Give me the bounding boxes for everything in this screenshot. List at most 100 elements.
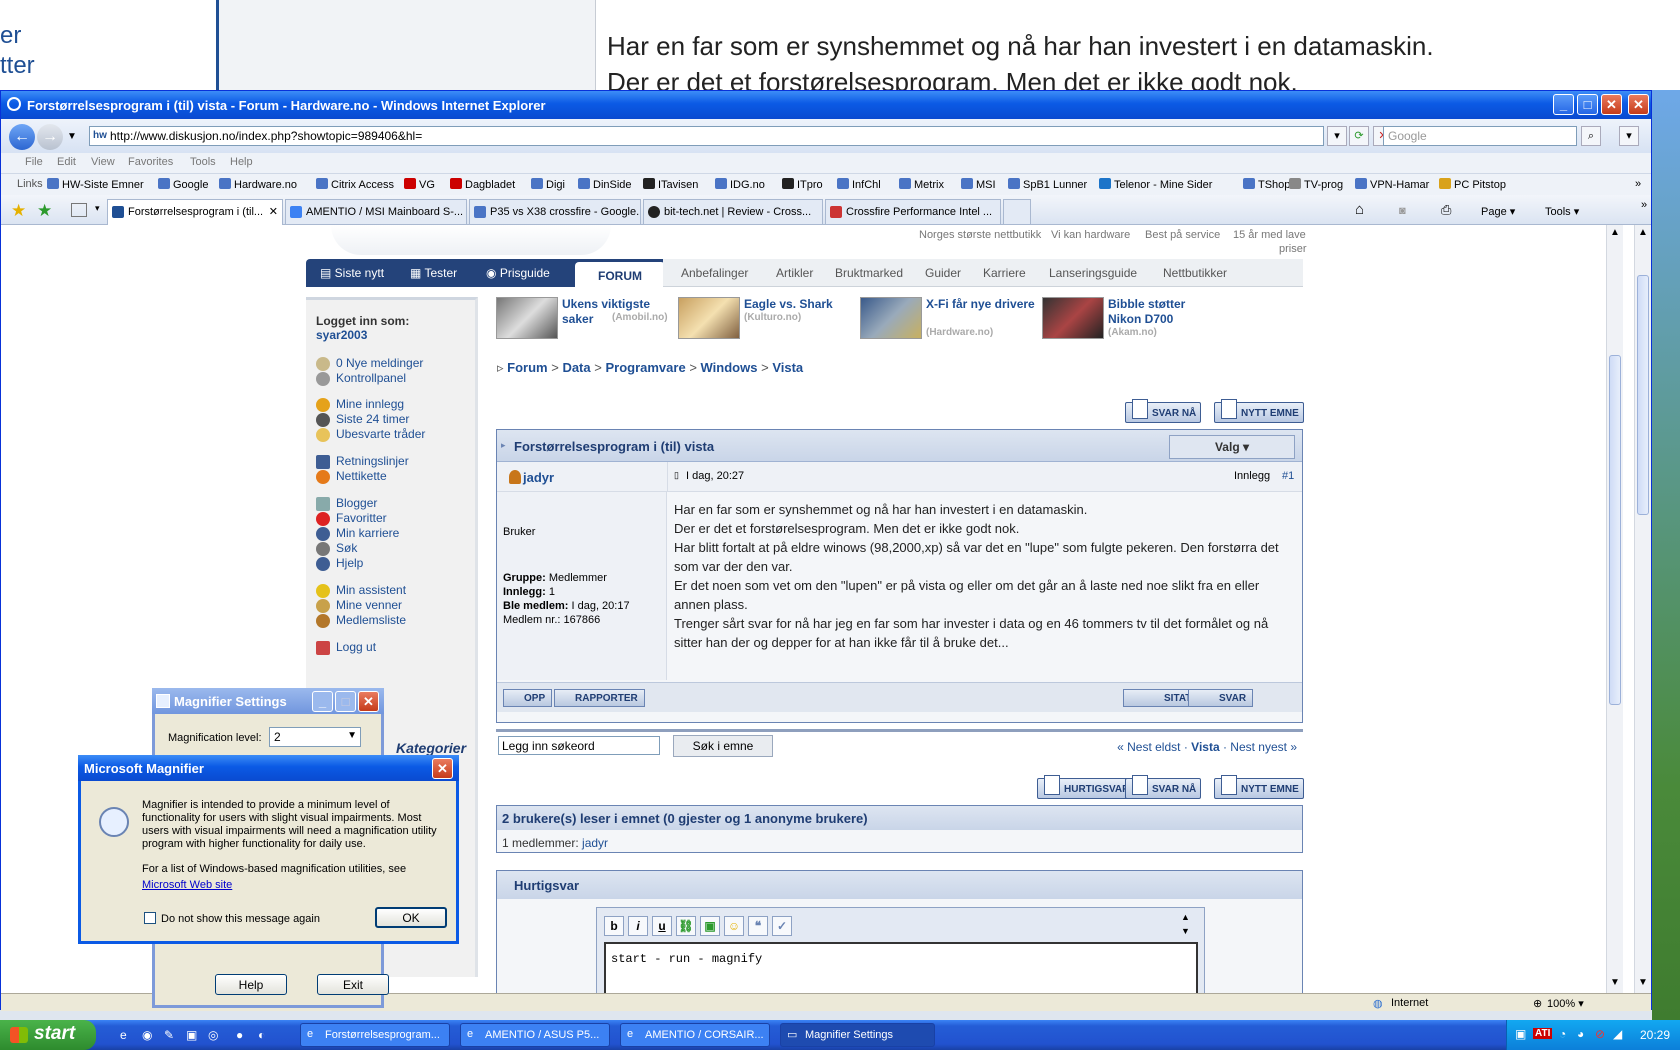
top-link[interactable]: Vi kan hardware <box>1051 229 1130 241</box>
toolbar-overflow-icon[interactable]: » <box>1641 199 1647 211</box>
links-overflow-icon[interactable]: » <box>1635 178 1641 190</box>
link-vg[interactable]: VG <box>404 178 435 191</box>
link-digi[interactable]: Digi <box>531 178 565 191</box>
crumb-data[interactable]: Data <box>562 360 590 375</box>
search-icon[interactable]: ⌕ <box>1581 126 1601 146</box>
post-number-link[interactable]: #1 <box>1282 470 1294 482</box>
link-itpro[interactable]: ITpro <box>782 178 823 191</box>
link-dinside[interactable]: DinSide <box>578 178 632 191</box>
hurtigsvar-button[interactable]: HURTIGSVAR <box>1037 775 1135 799</box>
nav-guider[interactable]: Guider <box>925 266 961 280</box>
scroll-thumb[interactable] <box>1609 355 1621 705</box>
taskbar-item[interactable]: e Forstørrelsesprogram... <box>300 1023 450 1047</box>
menu-view[interactable]: View <box>91 156 115 168</box>
site-logo[interactable] <box>331 225 611 255</box>
scroll-down-icon[interactable]: ▼ <box>1638 977 1648 988</box>
dialog-titlebar[interactable]: Microsoft Magnifier ✕ <box>78 755 459 781</box>
sidebar-item-logg-ut[interactable]: Logg ut <box>336 640 376 654</box>
magnification-level-select[interactable]: 2 ▼ <box>269 727 361 747</box>
username[interactable]: syar2003 <box>316 328 367 342</box>
tray-icon[interactable]: ▣ <box>1515 1027 1526 1041</box>
sidebar-item-hjelp[interactable]: Hjelp <box>336 556 363 570</box>
menu-edit[interactable]: Edit <box>57 156 76 168</box>
quicklaunch-icon[interactable]: ◉ <box>142 1028 152 1042</box>
top-link[interactable]: 15 år med lave <box>1233 229 1306 241</box>
promo-title[interactable]: Bibble støtter Nikon D700 <box>1108 297 1218 327</box>
sidebar-item-sok[interactable]: Søk <box>336 541 357 555</box>
nytt-emne-button-bottom[interactable]: NYTT EMNE <box>1214 775 1304 799</box>
favorites-star-icon[interactable]: ★ <box>11 201 26 221</box>
reader-link[interactable]: jadyr <box>582 836 608 850</box>
help-button[interactable]: Help <box>215 974 287 995</box>
sidebar-item-siste24[interactable]: Siste 24 timer <box>336 412 409 426</box>
reply-textarea[interactable]: start - run - magnify <box>604 942 1198 993</box>
link-dagbladet[interactable]: Dagbladet <box>450 178 515 191</box>
taskbar-item-active[interactable]: ▭ Magnifier Settings <box>780 1023 935 1047</box>
nav-tester[interactable]: ▦ Tester <box>410 266 457 280</box>
crumb-vista[interactable]: Vista <box>772 360 803 375</box>
taskbar-item[interactable]: e AMENTIO / ASUS P5... <box>460 1023 610 1047</box>
print-icon[interactable]: ⎙ <box>1441 202 1451 218</box>
link-pcpitstop[interactable]: PC Pitstop <box>1439 178 1506 191</box>
close-button[interactable]: ✕ <box>432 758 453 779</box>
window-titlebar[interactable]: Forstørrelsesprogram i (til) vista - For… <box>1 91 1651 119</box>
quote-icon[interactable]: ❝ <box>748 916 768 936</box>
sidebar-item-favoritter[interactable]: Favoritter <box>336 511 387 525</box>
menu-favorites[interactable]: Favorites <box>128 156 173 168</box>
bold-button[interactable]: b <box>604 916 624 936</box>
nav-forum[interactable]: FORUM <box>575 262 665 287</box>
window-scrollbar[interactable]: ▲ ▼ <box>1634 225 1651 993</box>
forward-button[interactable]: → <box>37 124 63 150</box>
link-citrix[interactable]: Citrix Access <box>316 178 394 191</box>
crumb-programvare[interactable]: Programvare <box>605 360 685 375</box>
quicklaunch-icon[interactable]: ◎ <box>208 1028 218 1042</box>
link-hw-siste[interactable]: HW-Siste Emner <box>47 178 144 191</box>
collapse-icon[interactable]: ▸ <box>501 440 506 451</box>
tray-icon[interactable]: ⊘ <box>1595 1027 1605 1041</box>
smiley-icon[interactable]: ☺ <box>724 916 744 936</box>
link-msi[interactable]: MSI <box>961 178 996 191</box>
ok-button[interactable]: OK <box>375 907 447 928</box>
new-tab-button[interactable] <box>1003 199 1031 224</box>
tab-crossfire[interactable]: Crossfire Performance Intel ... <box>825 199 1001 224</box>
feeds-icon[interactable]: ◙ <box>1399 205 1406 217</box>
scroll-up-icon[interactable]: ▲ <box>1638 227 1648 238</box>
sidebar-item-ubesvarte[interactable]: Ubesvarte tråder <box>336 427 425 441</box>
nav-anbefalinger[interactable]: Anbefalinger <box>681 266 748 280</box>
valg-dropdown[interactable]: Valg ▾ <box>1169 435 1295 459</box>
svar-button[interactable]: SVAR <box>1188 689 1254 707</box>
spellcheck-icon[interactable]: ✓ <box>772 916 792 936</box>
tray-icon[interactable]: ◔ <box>1559 1027 1566 1041</box>
sidebar-item-medlemsliste[interactable]: Medlemsliste <box>336 613 406 627</box>
menu-tools[interactable]: Tools <box>190 156 216 168</box>
ati-icon[interactable]: ATI <box>1533 1028 1553 1039</box>
tab-list-icon[interactable]: ▾ <box>95 203 100 214</box>
menu-file[interactable]: File <box>25 156 43 168</box>
nav-nettbutikker[interactable]: Nettbutikker <box>1163 266 1227 280</box>
back-button[interactable]: ← <box>9 124 35 150</box>
sidebar-item-mine-innlegg[interactable]: Mine innlegg <box>336 397 404 411</box>
sidebar-item-assistent[interactable]: Min assistent <box>336 583 406 597</box>
search-input[interactable]: Google <box>1383 126 1577 146</box>
taskbar-item[interactable]: e AMENTIO / CORSAIR... <box>620 1023 770 1047</box>
link-metrix[interactable]: Metrix <box>899 178 944 191</box>
next-topic-link[interactable]: Nest nyest » <box>1230 740 1297 754</box>
dont-show-checkbox[interactable]: Do not show this message again <box>144 912 320 925</box>
link-google[interactable]: Google <box>158 178 208 191</box>
maximize-button[interactable]: □ <box>1577 94 1598 115</box>
opp-button[interactable]: OPP <box>503 689 553 707</box>
nytt-emne-button[interactable]: NYTT EMNE <box>1214 399 1304 423</box>
shrink-icon[interactable]: ▼ <box>1181 926 1190 936</box>
expand-icon[interactable]: ▲ <box>1181 912 1190 922</box>
nav-lanseringsguide[interactable]: Lanseringsguide <box>1049 266 1137 280</box>
add-favorites-icon[interactable]: ★ <box>37 201 52 221</box>
sidebar-item-karriere[interactable]: Min karriere <box>336 526 399 540</box>
link-idg[interactable]: IDG.no <box>715 178 765 191</box>
tools-menu[interactable]: Tools ▾ <box>1545 205 1579 218</box>
nav-prisguide[interactable]: ◉ Prisguide <box>486 266 550 280</box>
crumb-windows[interactable]: Windows <box>701 360 758 375</box>
top-link[interactable]: priser <box>1279 243 1307 255</box>
address-dropdown-icon[interactable]: ▾ <box>1327 126 1347 146</box>
crumb-forum[interactable]: Forum <box>507 360 547 375</box>
scroll-up-icon[interactable]: ▲ <box>1610 227 1620 238</box>
